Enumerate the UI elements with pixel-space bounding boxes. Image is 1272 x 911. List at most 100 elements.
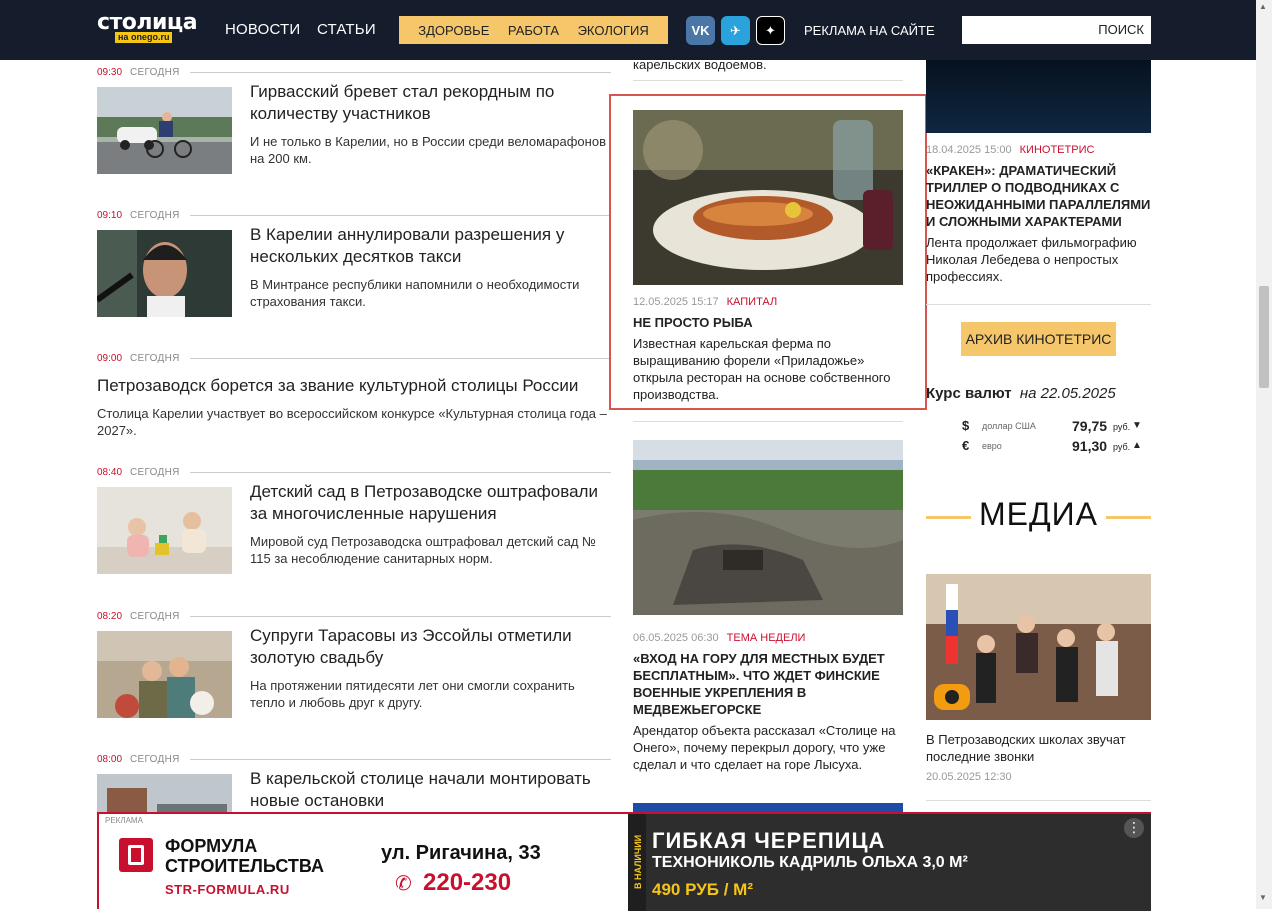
search-button[interactable]: ПОИСК: [1098, 22, 1144, 37]
currency-value: 91,30: [1072, 438, 1108, 454]
item-day: СЕГОДНЯ: [130, 66, 180, 78]
bus-stop-thumbnail[interactable]: [97, 774, 232, 812]
item-desc: И не только в Карелии, но в России среди…: [250, 134, 606, 166]
card-rubric[interactable]: КАПИТАЛ: [727, 296, 778, 308]
scroll-up-icon[interactable]: ▲: [1259, 2, 1267, 11]
item-desc: Столица Карелии участвует во всероссийск…: [97, 406, 607, 438]
phone-icon: ✆: [395, 873, 412, 895]
list-item[interactable]: 08:40 СЕГОДНЯ Детский сад в Петрозаводске…: [97, 465, 611, 595]
item-title[interactable]: Супруги Тарасовы из Эссойлы отметили зол…: [250, 625, 610, 669]
item-title[interactable]: В Карелии аннулировали разрешения у неск…: [250, 224, 610, 268]
dzen-icon[interactable]: ✦: [756, 16, 785, 45]
item-day: СЕГОДНЯ: [130, 352, 180, 364]
currency-header: Курс валют на 22.05.2025: [926, 385, 1151, 402]
currency-unit: руб.: [1113, 422, 1131, 432]
telegram-icon[interactable]: ✈: [721, 16, 750, 45]
advertise-link[interactable]: РЕКЛАМА НА САЙТЕ: [804, 23, 935, 38]
currency-value: 79,75: [1072, 418, 1108, 434]
item-desc: На протяжении пятидесяти лет они смогли …: [250, 678, 575, 710]
list-item[interactable]: 08:20 СЕГОДНЯ Супруги Тарасовы из Эссойлы…: [97, 609, 611, 739]
card-rubric[interactable]: КИНОТЕТРИС: [1020, 144, 1095, 156]
nav-news[interactable]: НОВОСТИ: [225, 21, 300, 38]
product-price: 490 РУБ / М²: [652, 880, 753, 899]
card-title[interactable]: «ВХОД НА ГОРУ ДЛЯ МЕСТНЫХ БУДЕТ БЕСПЛАТН…: [633, 650, 903, 718]
brand-address: ул. Ригачина, 33: [381, 842, 541, 864]
trend-up-icon: ▲: [1132, 440, 1142, 451]
article-card[interactable]: 12.05.2025 15:17 КАПИТАЛ НЕ ПРОСТО РЫБА И…: [633, 110, 903, 403]
cyclist-thumbnail[interactable]: [97, 87, 232, 174]
item-title[interactable]: Детский сад в Петрозаводске оштрафовали …: [250, 481, 610, 525]
card-title[interactable]: «КРАКЕН»: ДРАМАТИЧЕСКИЙ ТРИЛЛЕР О ПОДВОД…: [926, 162, 1151, 230]
media-date: 20.05.2025 12:30: [926, 771, 1012, 783]
card-rubric[interactable]: ТЕМА НЕДЕЛИ: [727, 632, 806, 644]
nav-ecology[interactable]: ЭКОЛОГИЯ: [578, 23, 649, 38]
item-time: 08:40: [97, 466, 123, 478]
divider: [633, 80, 903, 81]
site-header: столица на onego.ru НОВОСТИ СТАТЬИ ЗДОРО…: [0, 0, 1256, 60]
card-date: 12.05.2025 15:17: [633, 296, 719, 308]
search-box: ПОИСК: [962, 16, 1151, 44]
divider: [926, 800, 1151, 801]
school-bells-image[interactable]: [926, 574, 1151, 720]
nav-health[interactable]: ЗДОРОВЬЕ: [418, 23, 489, 38]
ad-banner[interactable]: РЕКЛАМА ФОРМУЛА СТРОИТЕЛЬСТВА STR-FORMUL…: [97, 812, 1151, 911]
archive-button[interactable]: АРХИВ КИНОТЕТРИС: [961, 322, 1116, 356]
stock-label: В НАЛИЧИИ: [633, 834, 643, 889]
card-title[interactable]: НЕ ПРОСТО РЫБА: [633, 314, 903, 331]
media-heading: МЕДИА: [978, 496, 1098, 532]
roof-tile-ad[interactable]: В НАЛИЧИИ ГИБКАЯ ЧЕРЕПИЦА ТЕХНОНИКОЛЬ КА…: [628, 814, 1151, 911]
scrollbar-track[interactable]: [1256, 0, 1272, 909]
logo-subtext: на onego.ru: [115, 32, 173, 43]
brand-site: STR-FORMULA.RU: [165, 882, 290, 897]
mountain-landscape-image[interactable]: [633, 440, 903, 615]
item-time: 09:00: [97, 352, 123, 364]
list-item[interactable]: 08:00 СЕГОДНЯ В карельской столице начали…: [97, 752, 611, 812]
driver-thumbnail[interactable]: [97, 230, 232, 317]
fish-dish-image[interactable]: [633, 110, 903, 285]
item-title[interactable]: Гирвасский бревет стал рекордным по коли…: [250, 81, 610, 125]
currency-date: на 22.05.2025: [1019, 385, 1116, 402]
list-item[interactable]: 09:30 СЕГОДНЯ Гирвасский бревет стал реко…: [97, 65, 611, 195]
ad-menu-icon[interactable]: ⋮: [1124, 818, 1144, 838]
kraken-image[interactable]: [926, 60, 1151, 133]
vk-icon[interactable]: VK: [686, 16, 715, 45]
card-desc: Известная карельская ферма по выращивани…: [633, 336, 891, 402]
scrollbar-thumb[interactable]: [1259, 286, 1269, 388]
item-time: 09:30: [97, 66, 123, 78]
logo-text: столица: [97, 10, 198, 35]
site-logo[interactable]: столица на onego.ru: [97, 10, 198, 44]
scroll-down-icon[interactable]: ▼: [1259, 893, 1267, 902]
item-title[interactable]: Петрозаводск борется за звание культурно…: [97, 375, 611, 397]
nav-articles[interactable]: СТАТЬИ: [317, 21, 376, 38]
list-item[interactable]: 09:00 СЕГОДНЯ Петрозаводск борется за зва…: [97, 351, 611, 446]
list-item[interactable]: 09:10 СЕГОДНЯ В Карелии аннулировали разр…: [97, 208, 611, 338]
kino-card[interactable]: 18.04.2025 15:00 КИНОТЕТРИС «КРАКЕН»: ДРА…: [926, 144, 1151, 285]
item-day: СЕГОДНЯ: [130, 209, 180, 221]
brand-phone: 220-230: [423, 869, 512, 896]
article-card[interactable]: 06.05.2025 06:30 ТЕМА НЕДЕЛИ «ВХОД НА ГОР…: [633, 440, 903, 773]
couple-thumbnail[interactable]: [97, 631, 232, 718]
product-title: ГИБКАЯ ЧЕРЕПИЦА: [652, 828, 886, 853]
item-day: СЕГОДНЯ: [130, 466, 180, 478]
card-date: 18.04.2025 15:00: [926, 144, 1012, 156]
currency-row: € евро 91,30 руб. ▲: [962, 438, 1142, 456]
currency-name: доллар США: [982, 421, 1036, 431]
media-title[interactable]: В Петрозаводских школах звучат последние…: [926, 731, 1151, 765]
ad-label: РЕКЛАМА: [105, 816, 143, 825]
brand-name-line1: ФОРМУЛА: [165, 836, 258, 856]
brand-name-line2: СТРОИТЕЛЬСТВА: [165, 856, 325, 876]
divider: [926, 304, 1151, 305]
trend-down-icon: ▼: [1132, 420, 1142, 431]
card-date: 06.05.2025 06:30: [633, 632, 719, 644]
item-title[interactable]: В карельской столице начали монтировать …: [250, 768, 610, 812]
item-time: 09:10: [97, 209, 123, 221]
dollar-icon: $: [962, 418, 970, 433]
item-desc: В Минтрансе республики напомнили о необх…: [250, 277, 580, 309]
brand-logo-icon: [119, 838, 153, 872]
kids-thumbnail[interactable]: [97, 487, 232, 574]
currency-name: евро: [982, 441, 1002, 451]
nav-special-bar: ЗДОРОВЬЕ РАБОТА ЭКОЛОГИЯ: [399, 16, 668, 44]
search-input[interactable]: [962, 16, 1082, 44]
nav-work[interactable]: РАБОТА: [508, 23, 559, 38]
item-day: СЕГОДНЯ: [130, 753, 180, 765]
